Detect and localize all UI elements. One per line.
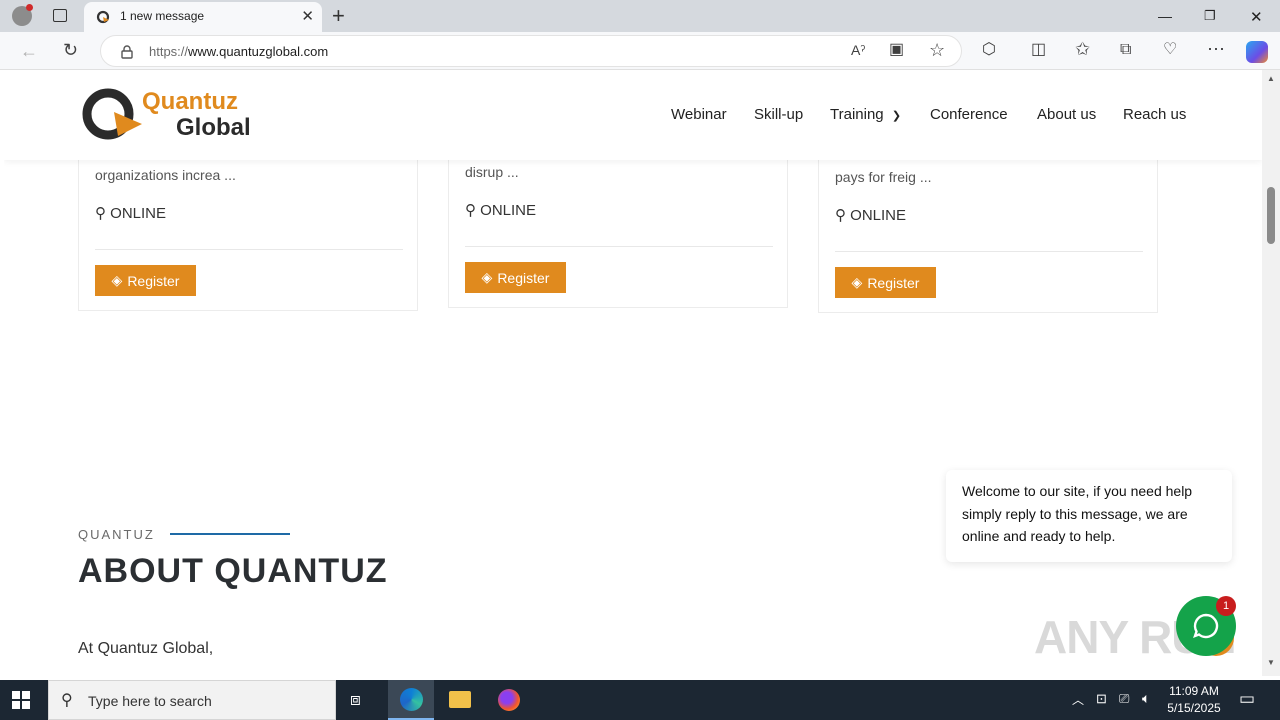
extensions-icon[interactable]: ⬡ [982, 42, 996, 58]
chevron-down-icon: ❯ [891, 110, 902, 122]
scrollbar-thumb[interactable] [1267, 187, 1275, 244]
tray-device-icon[interactable]: ⊡ [1096, 691, 1107, 707]
address-bar[interactable]: https://www.quantuzglobal.com A͏ˀ ▣ ☆ [100, 35, 962, 67]
logo-text-quantuz: Quantuz [142, 88, 238, 115]
map-pin-icon: ⚲ [95, 205, 106, 222]
ticket-icon: ◈ [111, 272, 123, 288]
ticket-icon: ◈ [851, 274, 863, 290]
nav-webinar[interactable]: Webinar [671, 106, 727, 123]
search-icon: ⚲ [61, 692, 73, 709]
page-viewport: organizations increa ... ⚲ ONLINE ◈ Regi… [4, 70, 1262, 676]
system-clock[interactable]: 11:09 AM 5/15/2025 [1164, 683, 1224, 717]
card-excerpt: disrup ... [465, 164, 519, 180]
chat-icon [1193, 613, 1219, 639]
tab-active[interactable]: 1 new message ✕ [84, 2, 322, 32]
firefox-icon[interactable] [498, 689, 520, 711]
url-text[interactable]: https://www.quantuzglobal.com [149, 44, 328, 59]
more-menu-icon[interactable]: ⋯ [1207, 40, 1225, 58]
logo-text-global: Global [176, 114, 251, 141]
map-pin-icon: ⚲ [465, 202, 476, 219]
page-scrollbar[interactable]: ▲ ▼ [1262, 70, 1280, 676]
tab-title: 1 new message [120, 9, 205, 23]
chat-unread-badge: 1 [1216, 596, 1236, 616]
scroll-up-icon[interactable]: ▲ [1267, 74, 1275, 83]
section-kicker: QUANTUZ [78, 527, 155, 542]
search-placeholder: Type here to search [88, 693, 212, 709]
card-divider [465, 246, 773, 247]
card-excerpt: organizations increa ... [95, 167, 236, 183]
tab-close-icon[interactable]: ✕ [301, 7, 314, 25]
ticket-icon: ◈ [481, 269, 493, 285]
favorites-icon[interactable]: ✩ [1075, 40, 1090, 58]
new-tab-icon[interactable]: + [332, 3, 345, 29]
site-header: Quantuz Global Webinar Skill-up Training… [4, 70, 1262, 160]
profile-icon[interactable] [12, 4, 33, 26]
nav-reach-us[interactable]: Reach us [1123, 106, 1186, 123]
scroll-down-icon[interactable]: ▼ [1267, 658, 1275, 667]
browser-essentials-icon[interactable]: ♡ [1163, 42, 1177, 58]
taskbar-search[interactable]: ⚲ Type here to search [48, 680, 336, 720]
task-view-icon[interactable]: ⧈ [350, 690, 361, 710]
register-button[interactable]: ◈ Register [95, 265, 196, 296]
browser-titlebar: 1 new message ✕ + — ❐ ✕ [0, 0, 1280, 32]
volume-icon[interactable]: 🔈︎ [1142, 690, 1150, 707]
nav-about-us[interactable]: About us [1037, 106, 1096, 123]
network-icon[interactable]: ⎚ [1119, 691, 1129, 707]
card-divider [95, 249, 403, 250]
logo-mark-icon [82, 88, 142, 140]
edge-taskbar-icon[interactable] [388, 680, 434, 720]
immersive-reader-icon[interactable]: ▣ [889, 42, 904, 58]
register-button[interactable]: ◈ Register [835, 267, 936, 298]
card-excerpt: pays for freig ... [835, 169, 932, 185]
minimize-icon[interactable]: — [1158, 8, 1172, 24]
chat-message-bubble[interactable]: Welcome to our site, if you need help si… [946, 470, 1232, 562]
map-pin-icon: ⚲ [835, 207, 846, 224]
split-screen-icon[interactable]: ◫ [1031, 42, 1046, 58]
kicker-divider [170, 533, 290, 535]
windows-taskbar: ⚲ Type here to search ⧈ ︿ ⊡ ⎚ 🔈︎ 11:09 A… [0, 680, 1280, 720]
windows-start-icon[interactable] [12, 691, 30, 709]
browser-toolbar: ← ↻ https://www.quantuzglobal.com A͏ˀ ▣ … [0, 32, 1280, 70]
card-location: ⚲ ONLINE [465, 202, 537, 219]
about-heading: ABOUT QUANTUZ [78, 552, 388, 590]
lock-icon[interactable] [121, 45, 133, 59]
about-intro-text: At Quantuz Global, [78, 640, 214, 657]
card-divider [835, 251, 1143, 252]
nav-conference[interactable]: Conference [930, 106, 1008, 123]
read-aloud-icon[interactable]: A͏ˀ [851, 43, 865, 57]
close-window-icon[interactable]: ✕ [1250, 8, 1263, 26]
card-location: ⚲ ONLINE [835, 207, 907, 224]
nav-skill-up[interactable]: Skill-up [754, 106, 803, 123]
notifications-icon[interactable]: ▭ [1239, 689, 1255, 709]
copilot-icon[interactable] [1246, 41, 1268, 63]
tab-actions-icon[interactable] [53, 9, 67, 22]
file-explorer-icon[interactable] [449, 691, 471, 708]
tray-chevron-icon[interactable]: ︿ [1072, 691, 1084, 708]
register-button[interactable]: ◈ Register [465, 262, 566, 293]
site-favicon-icon [96, 10, 110, 24]
collections-icon[interactable]: ⧉ [1120, 42, 1131, 58]
nav-training[interactable]: Training ❯ [830, 106, 901, 123]
refresh-icon[interactable]: ↻ [63, 41, 78, 59]
back-icon[interactable]: ← [20, 42, 38, 60]
card-location: ⚲ ONLINE [95, 205, 167, 222]
favorite-star-icon[interactable]: ☆ [929, 41, 945, 59]
restore-icon[interactable]: ❐ [1204, 8, 1216, 24]
